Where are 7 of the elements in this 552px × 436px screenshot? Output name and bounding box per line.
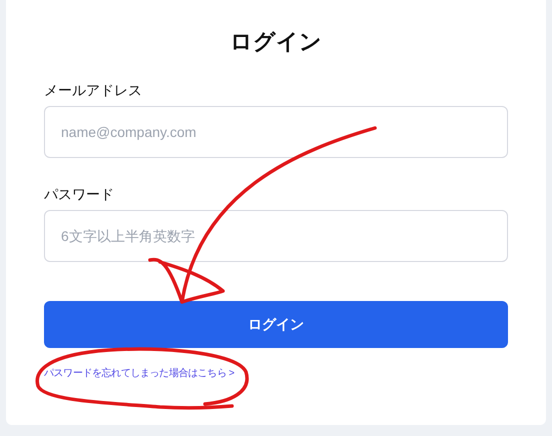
- input-field[interactable]: name@company.com: [44, 106, 508, 158]
- login-button[interactable]: ログイン: [44, 301, 508, 348]
- input-field[interactable]: 6文字以上半角英数字: [44, 210, 508, 262]
- forgot-password-link[interactable]: パスワードを忘れてしまった場合はこちら >: [44, 366, 234, 382]
- field-label: メールアドレス: [44, 81, 142, 100]
- field-label: パスワード: [44, 185, 114, 204]
- page-title: ログイン: [230, 28, 322, 56]
